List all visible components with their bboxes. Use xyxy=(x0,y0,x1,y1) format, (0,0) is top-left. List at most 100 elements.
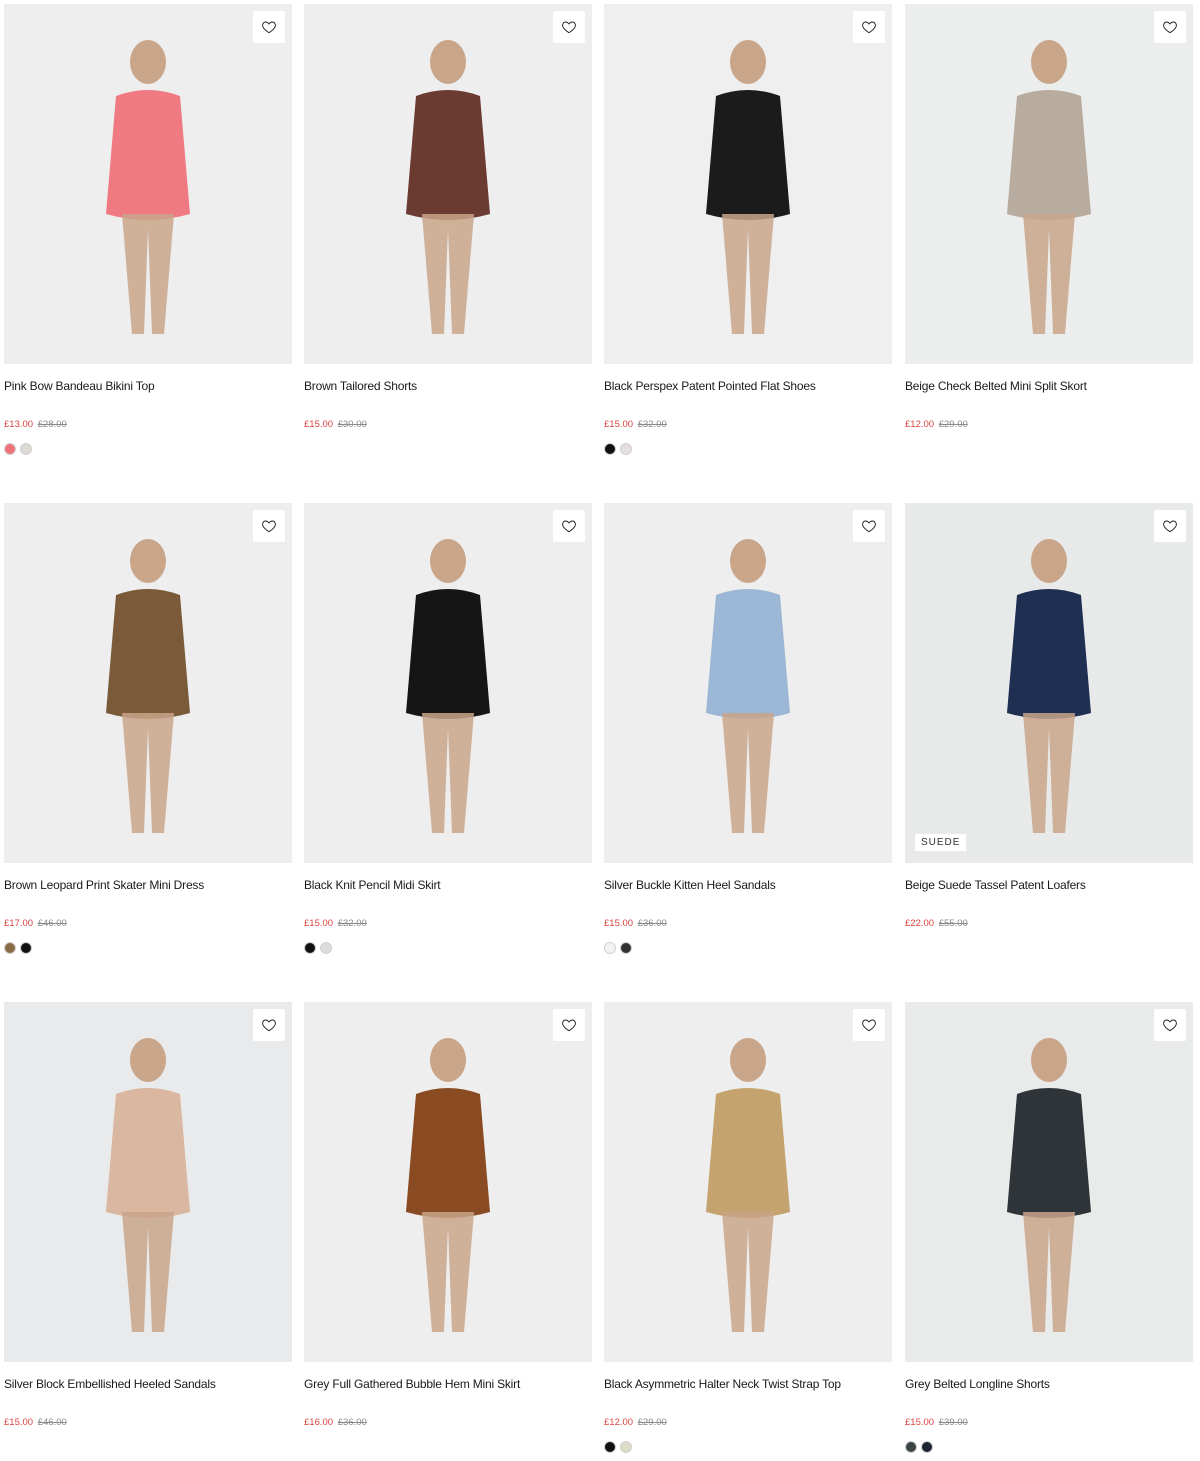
product-image[interactable] xyxy=(4,503,292,863)
colour-swatches xyxy=(304,942,592,954)
product-image[interactable]: SUEDE xyxy=(905,503,1193,863)
wishlist-button[interactable] xyxy=(553,1009,585,1041)
product-name[interactable]: Grey Belted Longline Shorts xyxy=(905,1377,1193,1392)
product-name[interactable]: Brown Tailored Shorts xyxy=(304,379,592,394)
colour-swatch[interactable] xyxy=(604,443,616,455)
product-card[interactable]: Grey Belted Longline Shorts £15.00 £39.00 xyxy=(905,1002,1193,1453)
product-name[interactable]: Black Asymmetric Halter Neck Twist Strap… xyxy=(604,1377,892,1392)
product-price: £22.00 £55.00 xyxy=(905,918,1193,930)
product-card[interactable]: Pink Bow Bandeau Bikini Top £13.00 £28.00 xyxy=(4,4,292,455)
colour-swatch[interactable] xyxy=(20,443,32,455)
product-name[interactable]: Black Perspex Patent Pointed Flat Shoes xyxy=(604,379,892,394)
product-photo xyxy=(4,1002,292,1362)
sale-price: £17.00 xyxy=(4,918,34,929)
product-name[interactable]: Pink Bow Bandeau Bikini Top xyxy=(4,379,292,394)
product-image[interactable] xyxy=(604,503,892,863)
colour-swatch[interactable] xyxy=(620,443,632,455)
original-price: £36.00 xyxy=(337,1417,367,1428)
product-photo xyxy=(604,1002,892,1362)
sale-price: £15.00 xyxy=(604,918,634,929)
product-image[interactable] xyxy=(604,1002,892,1362)
sale-price: £12.00 xyxy=(905,419,935,430)
wishlist-button[interactable] xyxy=(1154,510,1186,542)
original-price: £29.00 xyxy=(637,1417,667,1428)
product-image[interactable] xyxy=(304,503,592,863)
original-price: £32.00 xyxy=(637,419,667,430)
wishlist-button[interactable] xyxy=(553,510,585,542)
sale-price: £15.00 xyxy=(4,1417,34,1428)
product-card[interactable]: Grey Full Gathered Bubble Hem Mini Skirt… xyxy=(304,1002,592,1453)
wishlist-button[interactable] xyxy=(853,510,885,542)
product-price: £15.00 £32.00 xyxy=(604,419,892,431)
product-card[interactable]: Brown Leopard Print Skater Mini Dress £17… xyxy=(4,503,292,954)
colour-swatch[interactable] xyxy=(304,942,316,954)
colour-swatch[interactable] xyxy=(4,443,16,455)
colour-swatch[interactable] xyxy=(4,942,16,954)
wishlist-button[interactable] xyxy=(853,1009,885,1041)
heart-outline-icon xyxy=(862,1019,876,1032)
product-price: £17.00 £46.00 xyxy=(4,918,292,930)
product-image[interactable] xyxy=(304,1002,592,1362)
heart-outline-icon xyxy=(1163,520,1177,533)
heart-outline-icon xyxy=(1163,1019,1177,1032)
wishlist-button[interactable] xyxy=(253,1009,285,1041)
heart-outline-icon xyxy=(562,21,576,34)
colour-swatches xyxy=(4,443,292,455)
wishlist-button[interactable] xyxy=(1154,1009,1186,1041)
colour-swatch[interactable] xyxy=(905,1441,917,1453)
colour-swatch[interactable] xyxy=(604,942,616,954)
product-price: £15.00 £30.00 xyxy=(304,419,592,431)
product-image[interactable] xyxy=(4,4,292,364)
product-card[interactable]: SUEDE Beige Suede Tassel Patent Loafers £2… xyxy=(905,503,1193,954)
product-card[interactable]: Black Perspex Patent Pointed Flat Shoes £… xyxy=(604,4,892,455)
product-photo xyxy=(905,503,1193,863)
product-name[interactable]: Silver Block Embellished Heeled Sandals xyxy=(4,1377,292,1392)
heart-outline-icon xyxy=(1163,21,1177,34)
product-image[interactable] xyxy=(304,4,592,364)
heart-outline-icon xyxy=(262,21,276,34)
original-price: £28.00 xyxy=(37,419,67,430)
colour-swatch[interactable] xyxy=(20,942,32,954)
wishlist-button[interactable] xyxy=(253,510,285,542)
original-price: £39.00 xyxy=(938,1417,968,1428)
colour-swatches xyxy=(905,443,1193,455)
product-card[interactable]: Brown Tailored Shorts £15.00 £30.00 xyxy=(304,4,592,455)
wishlist-button[interactable] xyxy=(853,11,885,43)
product-card[interactable]: Silver Buckle Kitten Heel Sandals £15.00 … xyxy=(604,503,892,954)
colour-swatch[interactable] xyxy=(620,942,632,954)
sale-price: £15.00 xyxy=(905,1417,935,1428)
product-image[interactable] xyxy=(604,4,892,364)
product-name[interactable]: Brown Leopard Print Skater Mini Dress xyxy=(4,878,292,893)
wishlist-button[interactable] xyxy=(253,11,285,43)
colour-swatch[interactable] xyxy=(620,1441,632,1453)
product-card[interactable]: Silver Block Embellished Heeled Sandals £… xyxy=(4,1002,292,1453)
product-photo xyxy=(4,503,292,863)
product-image[interactable] xyxy=(905,4,1193,364)
heart-outline-icon xyxy=(862,21,876,34)
original-price: £36.00 xyxy=(637,918,667,929)
product-image[interactable] xyxy=(905,1002,1193,1362)
product-image[interactable] xyxy=(4,1002,292,1362)
colour-swatch[interactable] xyxy=(921,1441,933,1453)
product-name[interactable]: Beige Suede Tassel Patent Loafers xyxy=(905,878,1193,893)
product-card[interactable]: Black Knit Pencil Midi Skirt £15.00 £32.0… xyxy=(304,503,592,954)
product-price: £15.00 £36.00 xyxy=(604,918,892,930)
product-photo xyxy=(304,4,592,364)
colour-swatch[interactable] xyxy=(320,942,332,954)
product-name[interactable]: Grey Full Gathered Bubble Hem Mini Skirt xyxy=(304,1377,592,1392)
product-price: £16.00 £36.00 xyxy=(304,1417,592,1429)
wishlist-button[interactable] xyxy=(553,11,585,43)
product-photo xyxy=(304,503,592,863)
colour-swatches xyxy=(604,1441,892,1453)
product-card[interactable]: Black Asymmetric Halter Neck Twist Strap… xyxy=(604,1002,892,1453)
product-card[interactable]: Beige Check Belted Mini Split Skort £12.0… xyxy=(905,4,1193,455)
original-price: £46.00 xyxy=(37,918,67,929)
product-name[interactable]: Beige Check Belted Mini Split Skort xyxy=(905,379,1193,394)
product-price: £12.00 £29.00 xyxy=(905,419,1193,431)
product-name[interactable]: Silver Buckle Kitten Heel Sandals xyxy=(604,878,892,893)
product-photo xyxy=(604,4,892,364)
wishlist-button[interactable] xyxy=(1154,11,1186,43)
sale-price: £15.00 xyxy=(604,419,634,430)
product-name[interactable]: Black Knit Pencil Midi Skirt xyxy=(304,878,592,893)
colour-swatch[interactable] xyxy=(604,1441,616,1453)
